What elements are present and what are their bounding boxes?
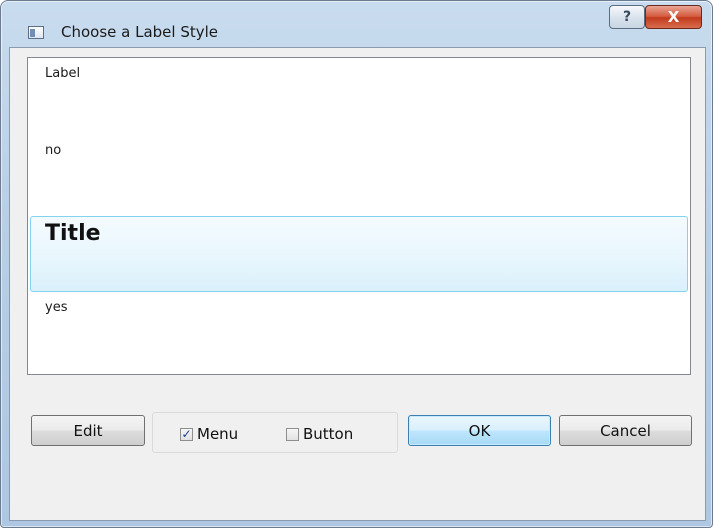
edit-button-label: Edit — [73, 421, 103, 440]
checkmark-icon: ✓ — [181, 427, 192, 441]
cancel-button-label: Cancel — [600, 421, 651, 440]
list-item[interactable]: yes — [30, 300, 688, 315]
cancel-button[interactable]: Cancel — [559, 415, 692, 446]
list-item-text: Title — [45, 221, 101, 246]
ok-button-label: OK — [468, 421, 491, 440]
list-item-selected[interactable]: Title — [30, 216, 688, 292]
help-icon: ? — [622, 9, 632, 25]
ok-button[interactable]: OK — [408, 415, 551, 446]
window-title: Choose a Label Style — [61, 23, 219, 41]
window-icon — [28, 26, 44, 39]
list-item-text: no — [45, 143, 62, 158]
help-button[interactable]: ? — [609, 5, 645, 29]
button-checkbox-label: Button — [303, 425, 354, 443]
menu-checkbox-box[interactable]: ✓ — [180, 427, 193, 441]
list-item[interactable]: Label — [30, 66, 688, 81]
list-item[interactable]: no — [30, 143, 688, 158]
close-icon: X — [667, 8, 680, 26]
dialog-window: Choose a Label Style ? X Label no Title … — [0, 0, 713, 528]
edit-button[interactable]: Edit — [31, 415, 145, 446]
menu-checkbox[interactable]: ✓ Menu — [180, 425, 238, 443]
title-bar[interactable]: Choose a Label Style ? X — [1, 1, 712, 47]
menu-checkbox-label: Menu — [197, 425, 239, 443]
list-item-text: Label — [45, 66, 81, 81]
button-checkbox-box[interactable] — [286, 427, 299, 441]
button-checkbox[interactable]: Button — [286, 425, 353, 443]
options-group: ✓ Menu Button — [152, 412, 398, 453]
label-style-list[interactable]: Label no Title yes — [27, 57, 691, 375]
list-item-text: yes — [45, 300, 68, 315]
close-button[interactable]: X — [645, 5, 702, 29]
